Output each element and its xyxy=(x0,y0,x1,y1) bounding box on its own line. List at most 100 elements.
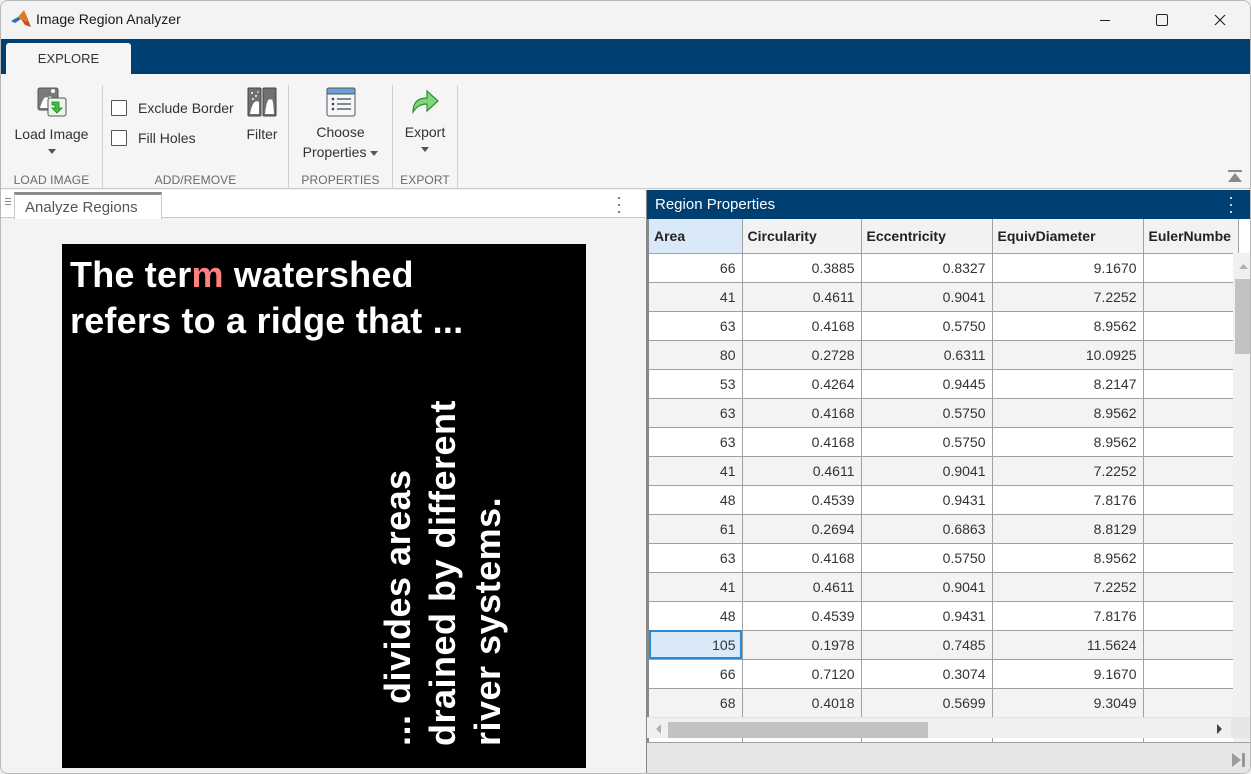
table-cell[interactable]: 0.9041 xyxy=(861,572,993,602)
table-cell[interactable]: 68 xyxy=(649,688,743,718)
table-cell[interactable]: 9.3049 xyxy=(992,688,1144,718)
drag-grip-icon[interactable] xyxy=(5,198,11,210)
fill-holes-checkbox[interactable]: Fill Holes xyxy=(111,130,196,146)
table-cell[interactable] xyxy=(1143,572,1239,602)
table-cell[interactable]: 8.9562 xyxy=(992,398,1144,428)
table-row[interactable]: 63 0.4168 0.5750 8.9562 xyxy=(649,311,1239,341)
filter-button[interactable]: Filter xyxy=(239,84,285,146)
scroll-up-icon[interactable] xyxy=(1233,257,1251,277)
table-cell[interactable]: 0.5699 xyxy=(861,688,993,718)
table-cell[interactable]: 63 xyxy=(649,311,743,341)
table-row[interactable]: 41 0.4611 0.9041 7.2252 xyxy=(649,572,1239,602)
table-row[interactable]: 53 0.4264 0.9445 8.2147 xyxy=(649,369,1239,399)
table-cell[interactable]: 0.7485 xyxy=(861,630,993,660)
table-cell[interactable]: 66 xyxy=(649,253,743,283)
table-cell[interactable]: 0.6311 xyxy=(861,340,993,370)
table-cell[interactable]: 63 xyxy=(649,398,743,428)
table-cell[interactable]: 0.5750 xyxy=(861,543,993,573)
table-cell[interactable]: 0.4168 xyxy=(742,311,862,341)
table-cell[interactable] xyxy=(1143,253,1239,283)
choose-properties-button[interactable]: Choose Properties xyxy=(289,84,392,166)
table-row[interactable]: 48 0.4539 0.9431 7.8176 xyxy=(649,601,1239,631)
table-cell[interactable]: 0.4168 xyxy=(742,398,862,428)
column-header[interactable]: EulerNumbe xyxy=(1143,219,1239,254)
table-cell[interactable]: 0.3074 xyxy=(861,659,993,689)
scroll-right-icon[interactable] xyxy=(1209,719,1229,739)
table-row[interactable]: 41 0.4611 0.9041 7.2252 xyxy=(649,456,1239,486)
table-cell[interactable]: 0.9041 xyxy=(861,282,993,312)
tab-explore[interactable]: EXPLORE xyxy=(6,43,131,74)
table-cell[interactable]: 0.9431 xyxy=(861,485,993,515)
collapse-panel-icon[interactable] xyxy=(1232,752,1246,768)
table-cell[interactable]: 8.9562 xyxy=(992,311,1144,341)
table-cell[interactable] xyxy=(1143,369,1239,399)
table-cell[interactable]: 8.2147 xyxy=(992,369,1144,399)
table-cell[interactable]: 0.9431 xyxy=(861,601,993,631)
table-cell[interactable]: 0.2728 xyxy=(742,340,862,370)
table-cell[interactable]: 9.1670 xyxy=(992,253,1144,283)
table-cell[interactable]: 0.4168 xyxy=(742,427,862,457)
export-button[interactable]: Export xyxy=(393,84,457,166)
table-cell[interactable]: 0.9445 xyxy=(861,369,993,399)
table-cell[interactable]: 0.4611 xyxy=(742,282,862,312)
table-row[interactable]: 41 0.4611 0.9041 7.2252 xyxy=(649,282,1239,312)
panel-options-icon[interactable] xyxy=(617,197,621,213)
table-cell[interactable] xyxy=(1143,282,1239,312)
table-cell[interactable]: 7.8176 xyxy=(992,485,1144,515)
table-cell[interactable]: 66 xyxy=(649,659,743,689)
column-header[interactable]: Eccentricity xyxy=(861,219,993,254)
table-row[interactable]: 48 0.4539 0.9431 7.8176 xyxy=(649,485,1239,515)
table-row[interactable]: 66 0.3885 0.8327 9.1670 xyxy=(649,253,1239,283)
horizontal-scroll-thumb[interactable] xyxy=(668,722,928,738)
table-cell[interactable] xyxy=(1143,398,1239,428)
table-cell[interactable]: 0.2694 xyxy=(742,514,862,544)
table-cell[interactable]: 0.9041 xyxy=(861,456,993,486)
table-cell[interactable]: 41 xyxy=(649,456,743,486)
table-cell[interactable]: 48 xyxy=(649,485,743,515)
table-cell[interactable]: 41 xyxy=(649,282,743,312)
table-cell[interactable]: 0.4539 xyxy=(742,601,862,631)
table-row[interactable]: 105 0.1978 0.7485 11.5624 xyxy=(649,630,1239,660)
table-cell[interactable]: 0.4611 xyxy=(742,572,862,602)
table-cell[interactable] xyxy=(1143,630,1239,660)
table-cell[interactable] xyxy=(1143,485,1239,515)
table-row[interactable]: 63 0.4168 0.5750 8.9562 xyxy=(649,427,1239,457)
table-cell[interactable] xyxy=(1143,514,1239,544)
table-cell[interactable]: 80 xyxy=(649,340,743,370)
binary-image-display[interactable]: The term watershed refers to a ridge tha… xyxy=(62,244,586,768)
column-header[interactable]: EquivDiameter xyxy=(992,219,1144,254)
highlighted-region[interactable]: m xyxy=(191,254,223,295)
table-cell[interactable]: 0.5750 xyxy=(861,427,993,457)
table-cell[interactable]: 0.8327 xyxy=(861,253,993,283)
table-cell[interactable]: 41 xyxy=(649,572,743,602)
table-cell[interactable]: 10.0925 xyxy=(992,340,1144,370)
checkbox-box[interactable] xyxy=(111,130,127,146)
table-cell[interactable]: 8.9562 xyxy=(992,427,1144,457)
table-cell[interactable]: 0.4539 xyxy=(742,485,862,515)
table-row[interactable]: 63 0.4168 0.5750 8.9562 xyxy=(649,543,1239,573)
maximize-button[interactable] xyxy=(1139,1,1185,39)
table-row[interactable]: 66 0.7120 0.3074 9.1670 xyxy=(649,659,1239,689)
table-cell[interactable] xyxy=(1143,688,1239,718)
table-cell[interactable]: 0.5750 xyxy=(861,311,993,341)
table-cell[interactable]: 0.5750 xyxy=(861,398,993,428)
exclude-border-checkbox[interactable]: Exclude Border xyxy=(111,100,234,116)
panel-options-icon[interactable] xyxy=(1229,197,1233,213)
tab-analyze-regions[interactable]: Analyze Regions xyxy=(14,192,162,219)
table-cell[interactable]: 63 xyxy=(649,543,743,573)
table-cell[interactable]: 0.1978 xyxy=(742,630,862,660)
checkbox-box[interactable] xyxy=(111,100,127,116)
table-cell[interactable]: 7.2252 xyxy=(992,572,1144,602)
table-cell[interactable] xyxy=(1143,311,1239,341)
table-cell[interactable]: 0.6863 xyxy=(861,514,993,544)
horizontal-scrollbar[interactable] xyxy=(647,717,1231,738)
table-cell[interactable] xyxy=(1143,659,1239,689)
column-header[interactable]: Area xyxy=(649,219,743,254)
scroll-left-icon[interactable] xyxy=(649,719,669,739)
table-cell[interactable]: 9.1670 xyxy=(992,659,1144,689)
table-cell[interactable]: 0.3885 xyxy=(742,253,862,283)
table-cell[interactable]: 0.4264 xyxy=(742,369,862,399)
table-cell[interactable]: 8.9562 xyxy=(992,543,1144,573)
table-cell[interactable] xyxy=(1143,427,1239,457)
load-image-button[interactable]: Load Image xyxy=(1,84,102,166)
